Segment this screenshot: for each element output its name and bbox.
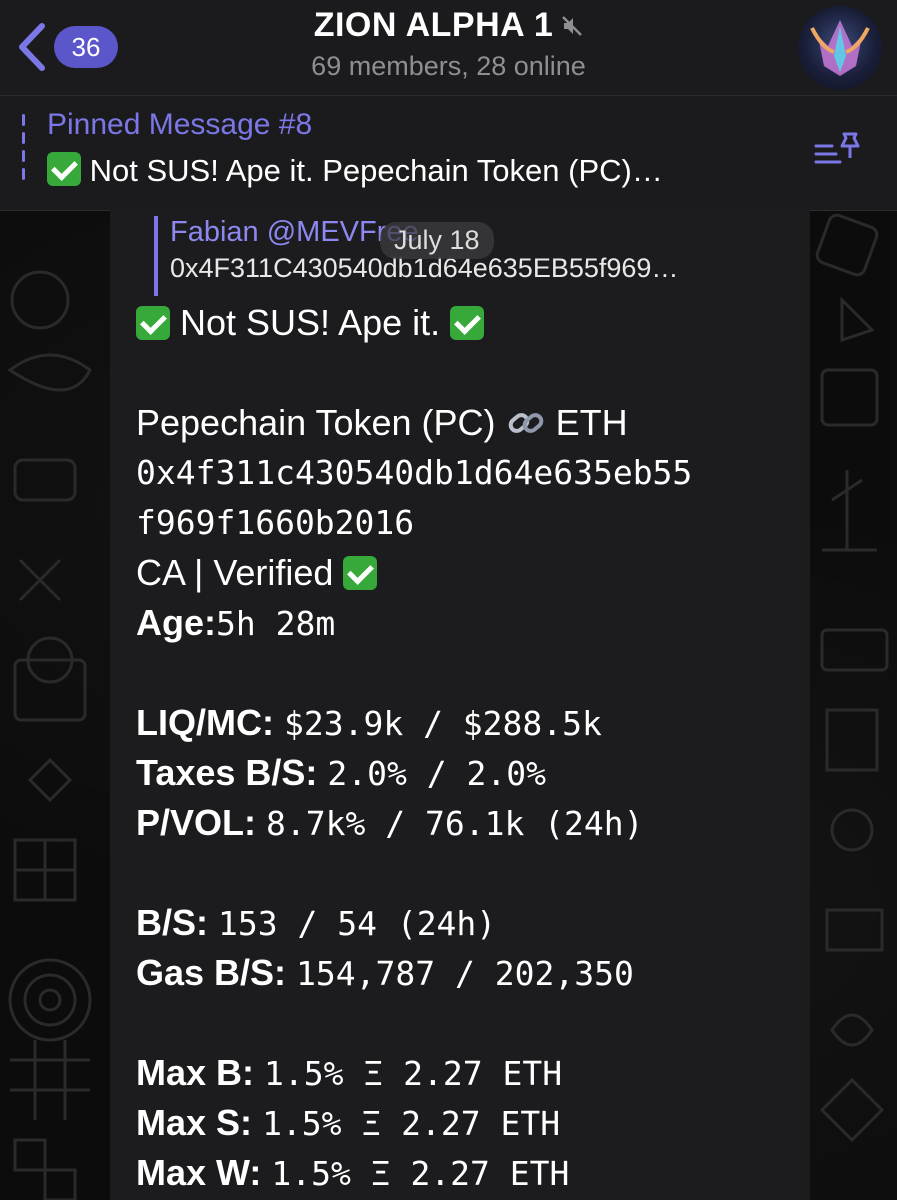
stat-value: $23.9k / $288.5k — [284, 704, 602, 743]
check-mark-icon — [343, 556, 378, 590]
member-count: 69 members, 28 online — [311, 51, 586, 81]
pinned-message-bar[interactable]: Pinned Message #8 Not SUS! Ape it. Pepec… — [0, 96, 897, 211]
stat-row-taxes: Taxes B/S: 2.0% / 2.0% — [136, 748, 796, 798]
stat-row-max-buy: Max B: 1.5% Ξ 2.27 ETH — [136, 1048, 796, 1098]
stat-label: LIQ/MC: — [136, 702, 274, 743]
quote-text: 0x4F311C430540db1d64e635EB55f969… — [170, 253, 679, 283]
message-bubble[interactable]: Fabian @MEVFree 0x4F311C430540db1d64e635… — [110, 210, 810, 1200]
message-body: Not SUS! Ape it. Pepechain Token (PC) ET… — [136, 298, 796, 1198]
stat-value: 2.0% / 2.0% — [327, 754, 546, 793]
stat-row-max-wallet: Max W: 1.5% Ξ 2.27 ETH — [136, 1148, 796, 1198]
ca-status-text: CA | Verified — [136, 552, 334, 593]
headline-text: Not SUS! Ape it. — [180, 302, 441, 343]
pinned-preview: Not SUS! Ape it. Pepechain Token (PC)… — [47, 152, 663, 189]
stat-value: 8.7k% / 76.1k (24h) — [266, 804, 644, 843]
muted-icon — [562, 15, 583, 36]
date-pill: July 18 — [380, 222, 494, 259]
token-line: Pepechain Token (PC) ETH — [136, 398, 796, 448]
stat-row-liq-mc: LIQ/MC: $23.9k / $288.5k — [136, 698, 796, 748]
pinned-indicator — [22, 114, 25, 192]
stat-row-pvol: P/VOL: 8.7k% / 76.1k (24h) — [136, 798, 796, 848]
stat-value: 153 / 54 (24h) — [218, 904, 497, 943]
stat-label: Gas B/S: — [136, 952, 287, 993]
stat-label: Max W: — [136, 1152, 262, 1193]
group-avatar[interactable] — [798, 6, 882, 90]
stat-label: B/S: — [136, 902, 208, 943]
stat-value: 1.5% Ξ 2.27 ETH — [264, 1054, 563, 1093]
stat-row-age: Age:5h 28m — [136, 598, 796, 648]
stat-label: Max S: — [136, 1102, 253, 1143]
stat-value: 154,787 / 202,350 — [296, 954, 634, 993]
check-mark-icon — [450, 306, 485, 340]
headline-line: Not SUS! Ape it. — [136, 298, 796, 348]
token-name: Pepechain Token (PC) — [136, 402, 496, 443]
stat-label: Max B: — [136, 1052, 255, 1093]
stat-value: 1.5% Ξ 2.27 ETH — [262, 1104, 561, 1143]
stat-label: Age: — [136, 602, 216, 643]
chat-title: ZION ALPHA 1 — [314, 6, 584, 45]
stat-label: P/VOL: — [136, 802, 257, 843]
contract-address-line1[interactable]: 0x4f311c430540db1d64e635eb55 — [136, 448, 796, 498]
wallpaper-doodles-right — [815, 213, 889, 1143]
chat-title-area[interactable]: ZION ALPHA 1 69 members, 28 online — [0, 6, 897, 82]
stat-value: 5h 28m — [216, 604, 336, 643]
chat-title-text: ZION ALPHA 1 — [313, 6, 554, 44]
stat-row-gas: Gas B/S: 154,787 / 202,350 — [136, 948, 796, 998]
pinned-list-icon[interactable] — [814, 128, 864, 168]
check-mark-icon — [47, 152, 81, 186]
link-icon — [508, 413, 543, 433]
stat-row-bs: B/S: 153 / 54 (24h) — [136, 898, 796, 948]
stat-label: Taxes B/S: — [136, 752, 318, 793]
pinned-title: Pinned Message #8 — [47, 108, 313, 141]
stat-value: 1.5% Ξ 2.27 ETH — [271, 1154, 570, 1193]
ca-status-line: CA | Verified — [136, 548, 796, 598]
wallpaper-doodles-left — [7, 270, 92, 1200]
contract-address-line2[interactable]: f969f1660b2016 — [136, 498, 796, 548]
group-logo-icon — [810, 20, 870, 76]
chat-header: 36 ZION ALPHA 1 69 members, 28 online — [0, 0, 897, 96]
stat-row-max-sell: Max S: 1.5% Ξ 2.27 ETH — [136, 1098, 796, 1148]
chain-name: ETH — [555, 402, 628, 443]
check-mark-icon — [136, 306, 170, 340]
pinned-preview-text: Not SUS! Ape it. Pepechain Token (PC)… — [89, 153, 663, 188]
